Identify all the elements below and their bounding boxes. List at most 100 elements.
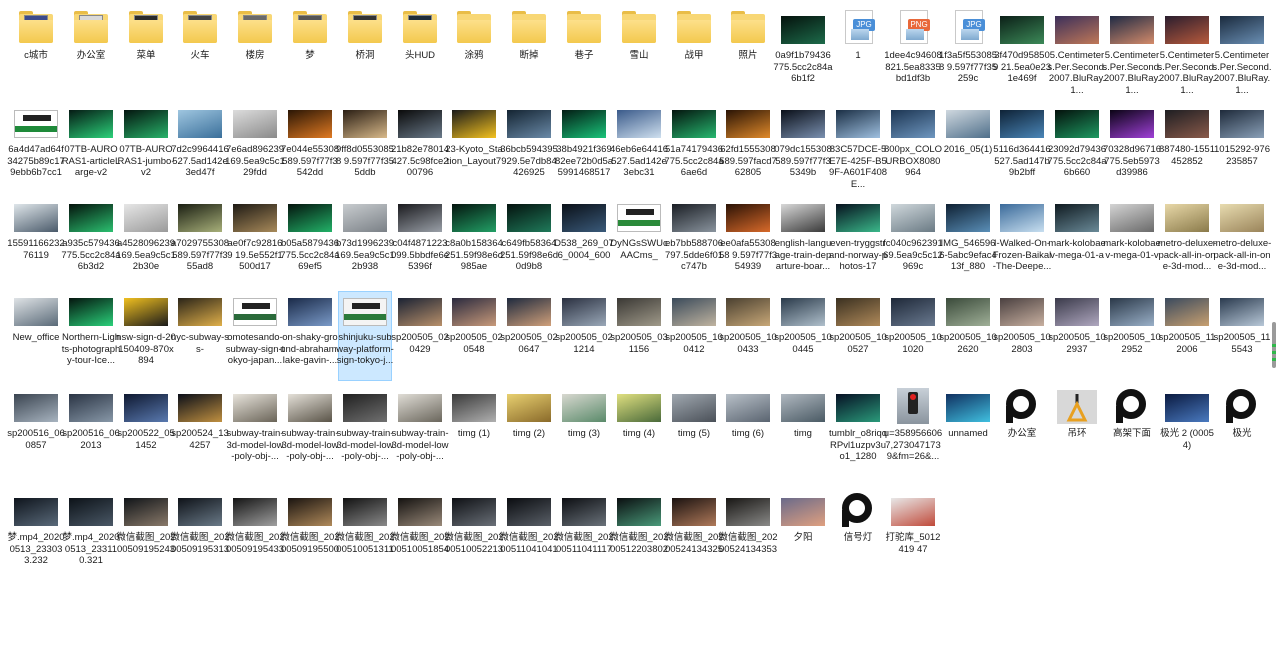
file-item[interactable]: subway-train-3d-model-low-poly-obj-... <box>391 388 449 476</box>
file-item[interactable]: 楼房 <box>229 10 281 98</box>
file-item[interactable]: 微信截图_20200511041117 <box>554 492 614 580</box>
file-item[interactable]: D538_269_076_0004_600 <box>554 198 614 286</box>
file-item[interactable]: 吊环 <box>1051 388 1103 476</box>
file-item[interactable]: 雪山 <box>613 10 665 98</box>
file-item[interactable]: 70328d96716775.5eb5973d39986 <box>1103 104 1161 192</box>
file-item[interactable]: sp200505_115543 <box>1214 292 1270 380</box>
file-item[interactable]: JPG 1 <box>832 10 884 98</box>
file-item[interactable]: 079dc155308589.597f77f35349b <box>774 104 832 192</box>
file-item[interactable]: tumblr_o8riqqRPvl1uzpv3uo1_1280 <box>829 388 887 476</box>
file-item[interactable]: 办公室 <box>65 10 117 98</box>
file-item[interactable]: on-shaky-ground-abraham-lake-gavin-... <box>280 292 340 380</box>
file-item[interactable]: c649fb58364251.59f98e6d0d9b8 <box>500 198 558 286</box>
file-item[interactable]: sp200516_060857 <box>7 388 65 476</box>
file-item[interactable]: timg (5) <box>668 388 720 476</box>
file-item[interactable]: 5.Centimeters.Per.Second.2007.BluRay.1..… <box>1047 10 1107 98</box>
file-item[interactable]: 887480-1551452852 <box>1159 104 1215 192</box>
file-item[interactable]: 23-Kyoto_Station_Layout7 <box>445 104 503 192</box>
file-item[interactable]: 62fd1555308589.597facd762805 <box>719 104 777 192</box>
file-item[interactable]: 3f470d958509 21.5ea0e231e469f <box>993 10 1051 98</box>
file-item[interactable]: 2016_05(1) <box>942 104 994 192</box>
file-item[interactable]: sp200505_020647 <box>500 292 558 380</box>
file-item[interactable]: 断掉 <box>503 10 555 98</box>
file-item[interactable]: 梦 <box>284 10 336 98</box>
file-item[interactable]: New_office <box>10 292 62 380</box>
file-item[interactable]: nyc-subway-ss- <box>171 292 229 380</box>
file-item[interactable]: metro-deluxe-pack-all-in-one-3d-mod... <box>1158 198 1216 286</box>
file-item[interactable]: a7029755308589.597f77f355ad8 <box>171 198 229 286</box>
file-item[interactable]: mark-kolobaev-mega-01-a <box>1048 198 1106 286</box>
file-item[interactable]: sp200524_134257 <box>171 388 229 476</box>
file-item[interactable]: sp200505_100433 <box>719 292 777 380</box>
file-item[interactable]: sp200505_102803 <box>993 292 1051 380</box>
file-item[interactable]: 7e044e55308589.597f77f3542dd <box>281 104 339 192</box>
file-item[interactable]: 夕阳 <box>777 492 829 580</box>
file-item[interactable]: sp200505_100527 <box>829 292 887 380</box>
file-item[interactable]: Northern-Lights-photography-tour-Ice... <box>62 292 120 380</box>
file-item[interactable]: 信号灯 <box>832 492 884 580</box>
file-item[interactable]: PNG 1dee4c94608821.5ea8335bd1df3b <box>884 10 942 98</box>
file-item[interactable]: sp200505_031156 <box>610 292 668 380</box>
file-item[interactable]: 微信截图_20200509195500 <box>280 492 340 580</box>
file-item[interactable]: 微信截图_20200509195313 <box>170 492 230 580</box>
file-item[interactable]: 微信截图_20200509195433 <box>225 492 285 580</box>
file-item[interactable]: I-Walked-On-Frozen-Baikal-The-Deepe... <box>993 198 1051 286</box>
file-item[interactable]: b73d1996239169.5ea9c5c12b938 <box>335 198 395 286</box>
file-item[interactable]: DyNGsSWUcAACms_ <box>610 198 668 286</box>
file-item[interactable]: 梦.mp4_20200513_233110.321 <box>62 492 120 580</box>
file-item[interactable]: 0a9f1b79436775.5cc2c84a6b1f2 <box>773 10 833 98</box>
file-item[interactable]: 高架下面 <box>1106 388 1158 476</box>
file-item[interactable]: omotesando-subway-sign-tokyo-japan... <box>226 292 284 380</box>
file-item[interactable]: timg (3) <box>558 388 610 476</box>
file-item[interactable]: 6a4d47ad64f34275b89c179ebb6b7cc1 <box>7 104 65 192</box>
file-item[interactable]: 1015292-976235857 <box>1214 104 1270 192</box>
file-item[interactable]: sp200505_102952 <box>1103 292 1161 380</box>
file-item[interactable]: sp200505_102620 <box>939 292 997 380</box>
file-item[interactable]: c8a0b158364251.59f98e6d985ae <box>445 198 503 286</box>
file-item[interactable]: c04f4871223099.5bbdfe6e5396f <box>391 198 449 286</box>
file-item[interactable]: even-tryggstrand-norway-photos-17 <box>829 198 887 286</box>
file-item[interactable]: 51a74179436775.5cc2c84a6ae6d <box>664 104 724 192</box>
file-item[interactable]: 07TB-AURORAS1-articleLarge-v2 <box>62 104 120 192</box>
file-item[interactable]: sp200522_051452 <box>117 388 175 476</box>
file-item[interactable]: 微信截图_20200512203802 <box>609 492 669 580</box>
file-item[interactable]: 涂鸦 <box>448 10 500 98</box>
file-item[interactable]: 菜单 <box>120 10 172 98</box>
file-item[interactable]: 梦.mp4_20200513_233033.232 <box>7 492 65 580</box>
file-item[interactable]: 打驼库_5012419 47 <box>886 492 940 580</box>
file-item[interactable]: timg (1) <box>448 388 500 476</box>
file-item[interactable]: subway-train-3d-model-low-poly-obj-... <box>226 388 284 476</box>
file-item[interactable]: 微信截图_20200524134325 <box>664 492 724 580</box>
file-item[interactable]: 微信截图_20200511041041 <box>499 492 559 580</box>
file-item[interactable]: a935c579436775.5cc2c84a6b3d2 <box>61 198 121 286</box>
file-item[interactable]: sp200505_112006 <box>1159 292 1215 380</box>
file-item[interactable]: 微信截图_20200510051854 <box>390 492 450 580</box>
file-item[interactable]: sp200505_100412 <box>665 292 723 380</box>
file-item[interactable]: 46eb6e64416527.5ad142e3ebc31 <box>610 104 668 192</box>
file-item[interactable]: 5.Centimeters.Per.Second.2007.BluRay.1..… <box>1102 10 1162 98</box>
file-item[interactable]: 极光 <box>1216 388 1268 476</box>
file-item[interactable]: 36bcb594395929.5e7db84426925 <box>500 104 558 192</box>
file-item[interactable]: 微信截图_20200510051311 <box>335 492 395 580</box>
file-item[interactable]: 微信截图_20200524134353 <box>718 492 778 580</box>
file-item[interactable]: sp200505_020429 <box>391 292 449 380</box>
file-item[interactable]: 21b82e78014427.5c98fce200796 <box>391 104 449 192</box>
file-item[interactable]: 38b4921f36982ee72b0d5a5991468517 <box>555 104 613 192</box>
file-item[interactable]: 桥洞 <box>339 10 391 98</box>
file-item[interactable]: IMG_5465966-5abc9efac413f_880 <box>939 198 997 286</box>
file-item[interactable]: 头HUD <box>394 10 446 98</box>
file-item[interactable]: b05a5879436775.5cc2c84a69ef5 <box>280 198 340 286</box>
file-item[interactable]: 微信截图_20200510052213 <box>444 492 504 580</box>
file-item[interactable]: 照片 <box>722 10 774 98</box>
file-item[interactable]: sp200505_102937 <box>1048 292 1106 380</box>
file-item[interactable]: 1559116623276119 <box>7 198 65 286</box>
file-item[interactable]: sp200505_020548 <box>445 292 503 380</box>
file-item[interactable]: timg (6) <box>722 388 774 476</box>
file-item[interactable]: metro-deluxe-pack-all-in-one-3d-mod... <box>1213 198 1271 286</box>
file-item[interactable]: shinjuku-subway-platform-sign-tokyo-j... <box>336 291 394 381</box>
file-item[interactable]: 巷子 <box>558 10 610 98</box>
file-item[interactable]: sp200505_101020 <box>884 292 942 380</box>
file-item[interactable]: 9ff8d05530858 9.597f77f355ddb <box>336 104 394 192</box>
file-item[interactable]: subway-train-3d-model-low-poly-obj-... <box>336 388 394 476</box>
file-item[interactable]: unnamed <box>942 388 994 476</box>
